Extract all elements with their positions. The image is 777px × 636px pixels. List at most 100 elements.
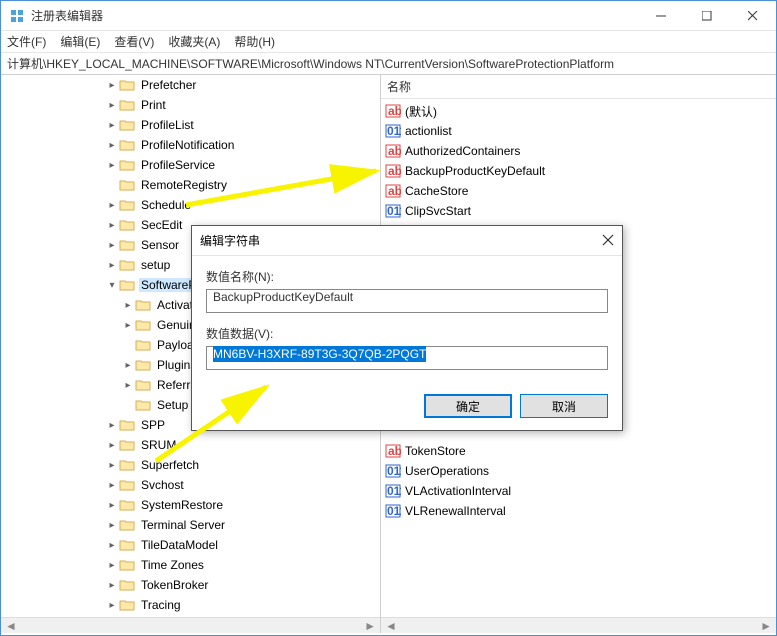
expand-icon[interactable]: ▸ — [105, 480, 119, 491]
value-name: ClipSvcStart — [405, 204, 471, 218]
list-row[interactable]: abTokenStore — [381, 441, 776, 461]
close-button[interactable] — [730, 1, 776, 30]
expand-icon[interactable]: ▸ — [105, 580, 119, 591]
tree-item-label: SRUM — [139, 438, 178, 452]
tree-item[interactable]: ▸ Terminal Server — [105, 515, 380, 535]
binary-value-icon: 011 — [385, 503, 401, 519]
list-row[interactable]: abCacheStore — [381, 181, 776, 201]
folder-icon — [135, 358, 151, 372]
folder-icon — [119, 418, 135, 432]
folder-icon — [119, 558, 135, 572]
expand-icon[interactable]: ▸ — [121, 300, 135, 311]
folder-icon — [119, 478, 135, 492]
list-row[interactable]: ab(默认) — [381, 101, 776, 121]
value-data-input[interactable]: MN6BV-H3XRF-89T3G-3Q7QB-2PQGT — [206, 346, 608, 370]
value-name-input[interactable]: BackupProductKeyDefault — [206, 289, 608, 313]
menu-edit[interactable]: 编辑(E) — [60, 33, 100, 50]
tree-item[interactable]: ▸SystemRestore — [105, 495, 380, 515]
expand-icon[interactable]: ▸ — [105, 440, 119, 451]
expand-icon[interactable]: ▸ — [105, 100, 119, 111]
svg-text:011: 011 — [387, 204, 401, 218]
svg-text:ab: ab — [388, 444, 401, 458]
expand-icon[interactable]: ▸ — [105, 540, 119, 551]
expand-icon[interactable]: ▸ — [105, 560, 119, 571]
expand-icon[interactable]: ▸ — [105, 460, 119, 471]
tree-item-label: Schedule — [139, 198, 193, 212]
menu-view[interactable]: 查看(V) — [114, 33, 154, 50]
expand-icon[interactable]: ▸ — [105, 140, 119, 151]
value-name: BackupProductKeyDefault — [405, 164, 545, 178]
expand-icon[interactable]: ▸ — [105, 220, 119, 231]
tree-item[interactable]: ▸ Tracing — [105, 595, 380, 615]
expand-icon[interactable]: ▸ — [105, 500, 119, 511]
expand-icon[interactable]: ▸ — [105, 520, 119, 531]
binary-value-icon: 011 — [385, 463, 401, 479]
folder-icon — [119, 438, 135, 452]
folder-icon — [119, 538, 135, 552]
list-row[interactable]: 011 ClipSvcStart — [381, 201, 776, 221]
menu-favorites[interactable]: 收藏夹(A) — [168, 33, 220, 50]
value-name: AuthorizedContainers — [405, 144, 520, 158]
tree-item[interactable]: ▸ Superfetch — [105, 455, 380, 475]
window-title: 注册表编辑器 — [31, 7, 638, 24]
expand-icon[interactable]: ▸ — [105, 160, 119, 171]
string-value-icon: ab — [385, 183, 401, 199]
expand-icon[interactable]: ▾ — [105, 280, 119, 291]
expand-icon[interactable]: ▸ — [105, 260, 119, 271]
tree-item-label: SPP — [139, 418, 167, 432]
folder-icon — [119, 518, 135, 532]
tree-item[interactable]: ▸Time Zones — [105, 555, 380, 575]
expand-icon[interactable]: ▸ — [105, 420, 119, 431]
tree-item[interactable]: ▸ProfileNotification — [105, 135, 380, 155]
expand-icon[interactable]: ▸ — [105, 600, 119, 611]
binary-value-icon: 011 — [385, 203, 401, 219]
expand-icon[interactable]: ▸ — [121, 380, 135, 391]
list-hscrollbar[interactable]: ◄► — [381, 617, 776, 633]
tree-item-label: ProfileService — [139, 158, 217, 172]
cancel-button[interactable]: 取消 — [520, 394, 608, 418]
tree-item[interactable]: ▸Prefetcher — [105, 75, 380, 95]
folder-icon — [119, 198, 135, 212]
list-row[interactable]: 011actionlist — [381, 121, 776, 141]
dialog-title: 编辑字符串 — [200, 232, 602, 249]
tree-item-label: Tracing — [139, 598, 183, 612]
expand-icon[interactable]: ▸ — [105, 80, 119, 91]
folder-icon — [119, 578, 135, 592]
tree-item[interactable]: ▸TileDataModel — [105, 535, 380, 555]
expand-icon[interactable]: ▸ — [105, 200, 119, 211]
list-row[interactable]: 011VLActivationInterval — [381, 481, 776, 501]
list-header-name[interactable]: 名称 — [381, 75, 776, 99]
ok-button[interactable]: 确定 — [424, 394, 512, 418]
maximize-button[interactable] — [684, 1, 730, 30]
expand-icon[interactable]: ▸ — [105, 240, 119, 251]
expand-icon[interactable]: ▸ — [121, 320, 135, 331]
tree-item[interactable]: ▸ Schedule — [105, 195, 380, 215]
tree-item[interactable]: ▸ ProfileService — [105, 155, 380, 175]
tree-item[interactable]: ▸TokenBroker — [105, 575, 380, 595]
list-row[interactable]: abAuthorizedContainers — [381, 141, 776, 161]
menu-help[interactable]: 帮助(H) — [234, 33, 275, 50]
tree-item-label: setup — [139, 258, 172, 272]
expand-icon[interactable]: ▸ — [105, 120, 119, 131]
list-row[interactable]: 011UserOperations — [381, 461, 776, 481]
tree-item-label: Terminal Server — [139, 518, 227, 532]
minimize-button[interactable] — [638, 1, 684, 30]
tree-item[interactable]: ▸Svchost — [105, 475, 380, 495]
tree-item[interactable]: ▸Print — [105, 95, 380, 115]
list-row[interactable]: abBackupProductKeyDefault — [381, 161, 776, 181]
expand-icon[interactable]: ▸ — [121, 360, 135, 371]
string-value-icon: ab — [385, 443, 401, 459]
folder-icon — [135, 398, 151, 412]
value-name: (默认) — [405, 103, 437, 120]
tree-hscrollbar[interactable]: ◄► — [1, 617, 380, 633]
binary-value-icon: 011 — [385, 483, 401, 499]
folder-icon — [119, 98, 135, 112]
dialog-close-button[interactable] — [602, 233, 614, 249]
menu-file[interactable]: 文件(F) — [7, 33, 46, 50]
tree-item-label: Superfetch — [139, 458, 201, 472]
tree-item[interactable]: ▸ProfileList — [105, 115, 380, 135]
address-bar[interactable]: 计算机\HKEY_LOCAL_MACHINE\SOFTWARE\Microsof… — [1, 53, 776, 75]
tree-item[interactable]: ▸ SRUM — [105, 435, 380, 455]
tree-item[interactable]: RemoteRegistry — [105, 175, 380, 195]
list-row[interactable]: 011VLRenewalInterval — [381, 501, 776, 521]
